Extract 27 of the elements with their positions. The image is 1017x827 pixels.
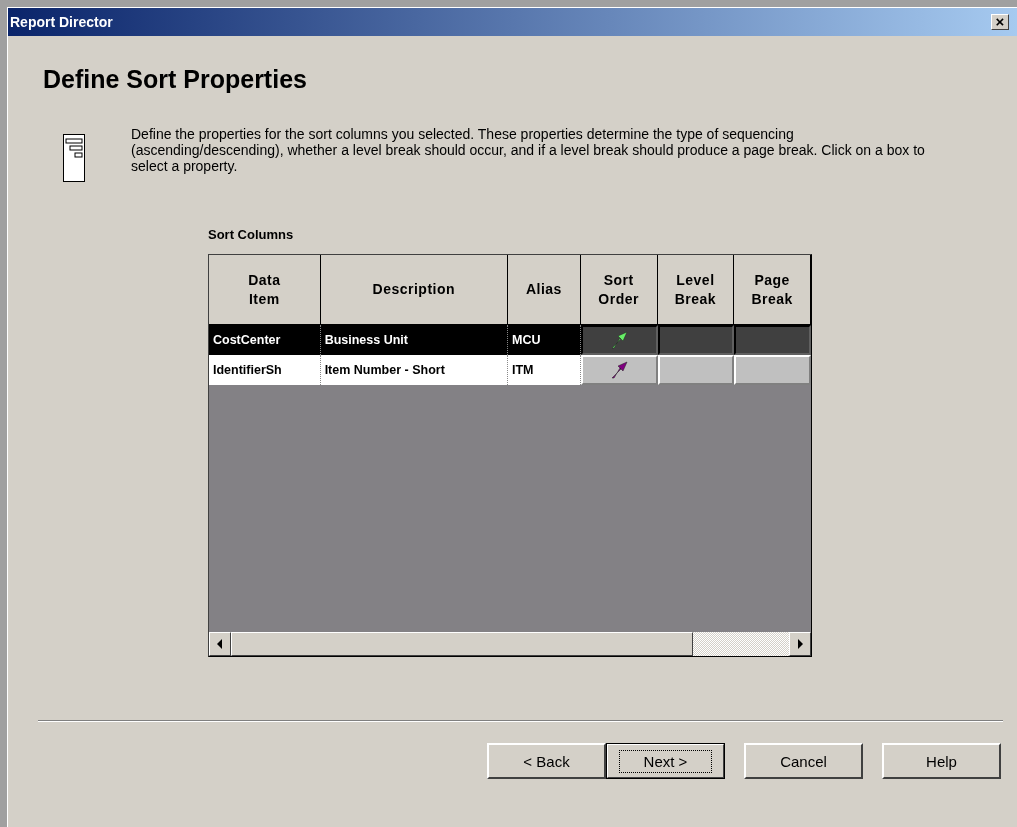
right-arrow-icon [797,639,803,649]
page-break-cell[interactable] [734,325,811,355]
wizard-button[interactable]: Help [882,743,1001,779]
close-button[interactable]: × [991,14,1009,30]
column-header[interactable]: Alias [525,280,562,299]
left-arrow-icon [217,639,223,649]
column-header[interactable]: Data Item [248,270,281,309]
sort-order-cell[interactable] [580,325,658,355]
wizard-button[interactable]: < Back [487,743,606,779]
document-icon [63,134,85,182]
level-break-cell[interactable] [657,325,735,355]
window-title: Report Director [10,14,113,30]
table-cell: MCU [508,325,581,355]
scroll-left-button[interactable] [209,632,231,656]
table-label: Sort Columns [208,227,295,242]
instructions-text: Define the properties for the sort columns you selected. These properties determine the type of sequencing (ascending/descending), whether a level break should occur, and if a level break should produce a page break. Click on a box to select a property. [131,126,926,176]
page-heading: Define Sort Properties [42,64,308,94]
column-header[interactable]: Description [372,280,456,299]
wizard-button[interactable]: Next > [606,743,725,779]
scroll-right-button[interactable] [789,632,811,656]
table-cell: IdentifierSh [209,355,321,385]
scrollbar-thumb[interactable] [231,632,693,656]
wizard-button[interactable]: Cancel [744,743,863,779]
table-cell: CostCenter [209,325,321,355]
table-cell: Business Unit [320,325,508,355]
table-cell: ITM [508,355,581,385]
table-cell: Item Number - Short [320,355,508,385]
